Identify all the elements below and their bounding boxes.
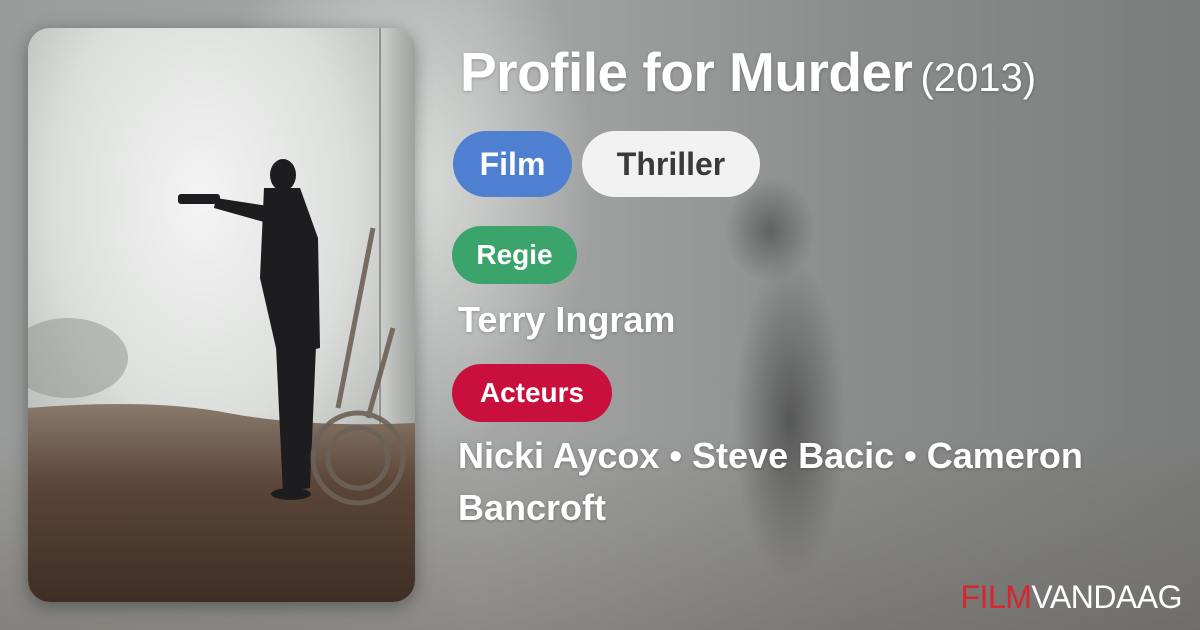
director-name: Terry Ingram [458,299,676,340]
brand-logo: FILMVANDAAG [961,579,1183,616]
movie-year: (2013) [920,56,1037,100]
director-label: Regie [452,226,577,284]
brand-logo-part2: VANDAAG [1031,579,1182,615]
type-chip: Film [453,131,572,197]
title-row: Profile for Murder (2013) [460,40,1036,104]
poster-image [28,28,415,602]
genre-chip: Thriller [582,131,760,197]
cast-label: Acteurs [452,364,612,422]
brand-logo-part1: FILM [960,579,1032,615]
movie-title: Profile for Murder [460,41,913,103]
movie-poster [28,28,415,602]
cast-names: Nicki Aycox • Steve Bacic • Cameron Banc… [458,435,1083,528]
